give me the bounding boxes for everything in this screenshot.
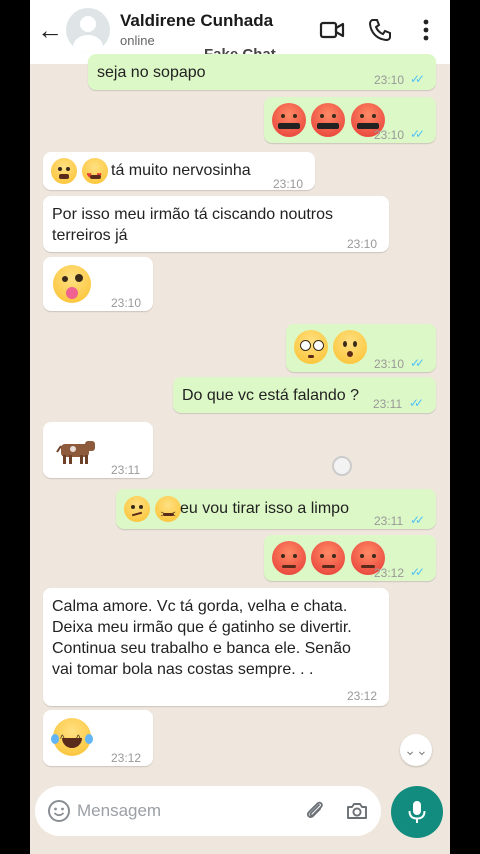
- message-text: Do que vc está falando ?: [182, 387, 360, 404]
- angry-cursing-face-icon: [272, 103, 306, 137]
- message-bubble-incoming[interactable]: 23:10: [43, 257, 153, 311]
- message-bubble-outgoing[interactable]: >< eu vou tirar isso a limpo 23:11 ✓✓: [116, 489, 436, 529]
- message-text: tá muito nervosinha: [111, 162, 251, 179]
- hushed-face-icon: [333, 330, 368, 364]
- message-bubble-outgoing[interactable]: seja no sopapo 23:10 ✓✓: [88, 54, 436, 90]
- zany-tongue-face-icon: [53, 265, 91, 303]
- phone-icon[interactable]: [366, 16, 394, 44]
- message-time: 23:10: [347, 237, 378, 251]
- emoji-icon[interactable]: [47, 799, 71, 823]
- message-text: seja no sopapo: [97, 64, 206, 81]
- message-time: 23:10: [374, 73, 405, 87]
- message-time: 23:12: [374, 566, 405, 580]
- chevron-double-down-icon: ⌄⌄: [404, 742, 428, 758]
- read-receipt-icon: ✓✓: [410, 356, 425, 370]
- message-bubble-incoming[interactable]: Calma amore. Vc tá gorda, velha e chata.…: [43, 588, 389, 706]
- attach-icon[interactable]: [303, 799, 327, 823]
- message-list[interactable]: seja no sopapo 23:10 ✓✓ 23:10 ✓✓ ♥♥ tá m…: [30, 54, 450, 780]
- angry-face-icon: [311, 541, 346, 575]
- message-text: Calma amore. Vc tá gorda, velha e chata.…: [52, 598, 352, 678]
- message-time: 23:11: [374, 514, 404, 528]
- message-time: 23:12: [347, 689, 378, 703]
- contact-name[interactable]: Valdirene Cunhada: [120, 11, 273, 31]
- confused-face-icon: [124, 496, 150, 522]
- message-time: 23:10: [374, 128, 405, 142]
- video-call-icon[interactable]: [318, 16, 346, 44]
- chat-screen: ← Valdirene Cunhada online Fake Chat sej…: [30, 0, 450, 854]
- message-bubble-outgoing[interactable]: 23:10 ✓✓: [286, 324, 436, 372]
- read-receipt-icon: ✓✓: [409, 396, 424, 410]
- avatar-head: [80, 16, 96, 32]
- contact-status: online: [120, 33, 155, 48]
- message-time: 23:10: [111, 296, 142, 310]
- message-bubble-incoming[interactable]: ^^ 23:12: [43, 710, 153, 766]
- heart-eyes-face-icon: ♥♥: [82, 158, 109, 184]
- read-receipt-icon: ✓✓: [410, 127, 425, 141]
- message-text: eu vou tirar isso a limpo: [180, 500, 349, 517]
- more-vert-icon[interactable]: [412, 16, 440, 44]
- message-text: Por isso meu irmão tá ciscando noutros t…: [52, 206, 334, 244]
- persevering-face-icon: ><: [155, 496, 182, 522]
- message-time: 23:11: [373, 397, 403, 411]
- arrow-left-icon[interactable]: ←: [36, 16, 64, 44]
- message-bubble-incoming[interactable]: 23:11: [43, 422, 153, 478]
- message-placeholder: Mensagem: [77, 801, 162, 820]
- message-time: 23:11: [111, 463, 141, 477]
- scroll-to-bottom-button[interactable]: ⌄⌄: [400, 734, 432, 766]
- tears-of-joy-face-icon: [51, 158, 77, 184]
- flushed-face-icon: [294, 330, 328, 364]
- read-receipt-icon: ✓✓: [410, 565, 425, 579]
- read-receipt-icon: ✓✓: [410, 72, 425, 86]
- mic-icon: [408, 801, 426, 823]
- message-time: 23:10: [374, 357, 405, 371]
- message-bubble-outgoing[interactable]: 23:10 ✓✓: [264, 97, 436, 143]
- message-bubble-incoming[interactable]: Por isso meu irmão tá ciscando noutros t…: [43, 196, 389, 252]
- avatar-body: [73, 35, 103, 52]
- touch-indicator: [332, 456, 352, 476]
- mic-button[interactable]: [391, 786, 443, 838]
- angry-cursing-face-icon: [311, 103, 346, 137]
- camera-icon[interactable]: [345, 799, 369, 823]
- message-bubble-incoming[interactable]: ♥♥ tá muito nervosinha 23:10: [43, 152, 315, 191]
- avatar[interactable]: [66, 8, 110, 52]
- message-bubble-outgoing[interactable]: Do que vc está falando ? 23:11 ✓✓: [173, 377, 436, 413]
- message-input[interactable]: Mensagem: [35, 786, 381, 836]
- message-bubble-outgoing[interactable]: 23:12 ✓✓: [264, 535, 436, 581]
- message-time: 23:10: [273, 177, 304, 191]
- angry-face-icon: [272, 541, 306, 575]
- read-receipt-icon: ✓✓: [410, 513, 425, 527]
- composer-bar: Mensagem: [30, 780, 450, 854]
- message-time: 23:12: [111, 751, 142, 765]
- tears-of-joy-face-icon: ^^: [51, 718, 93, 756]
- cow-emoji-icon: [56, 441, 95, 464]
